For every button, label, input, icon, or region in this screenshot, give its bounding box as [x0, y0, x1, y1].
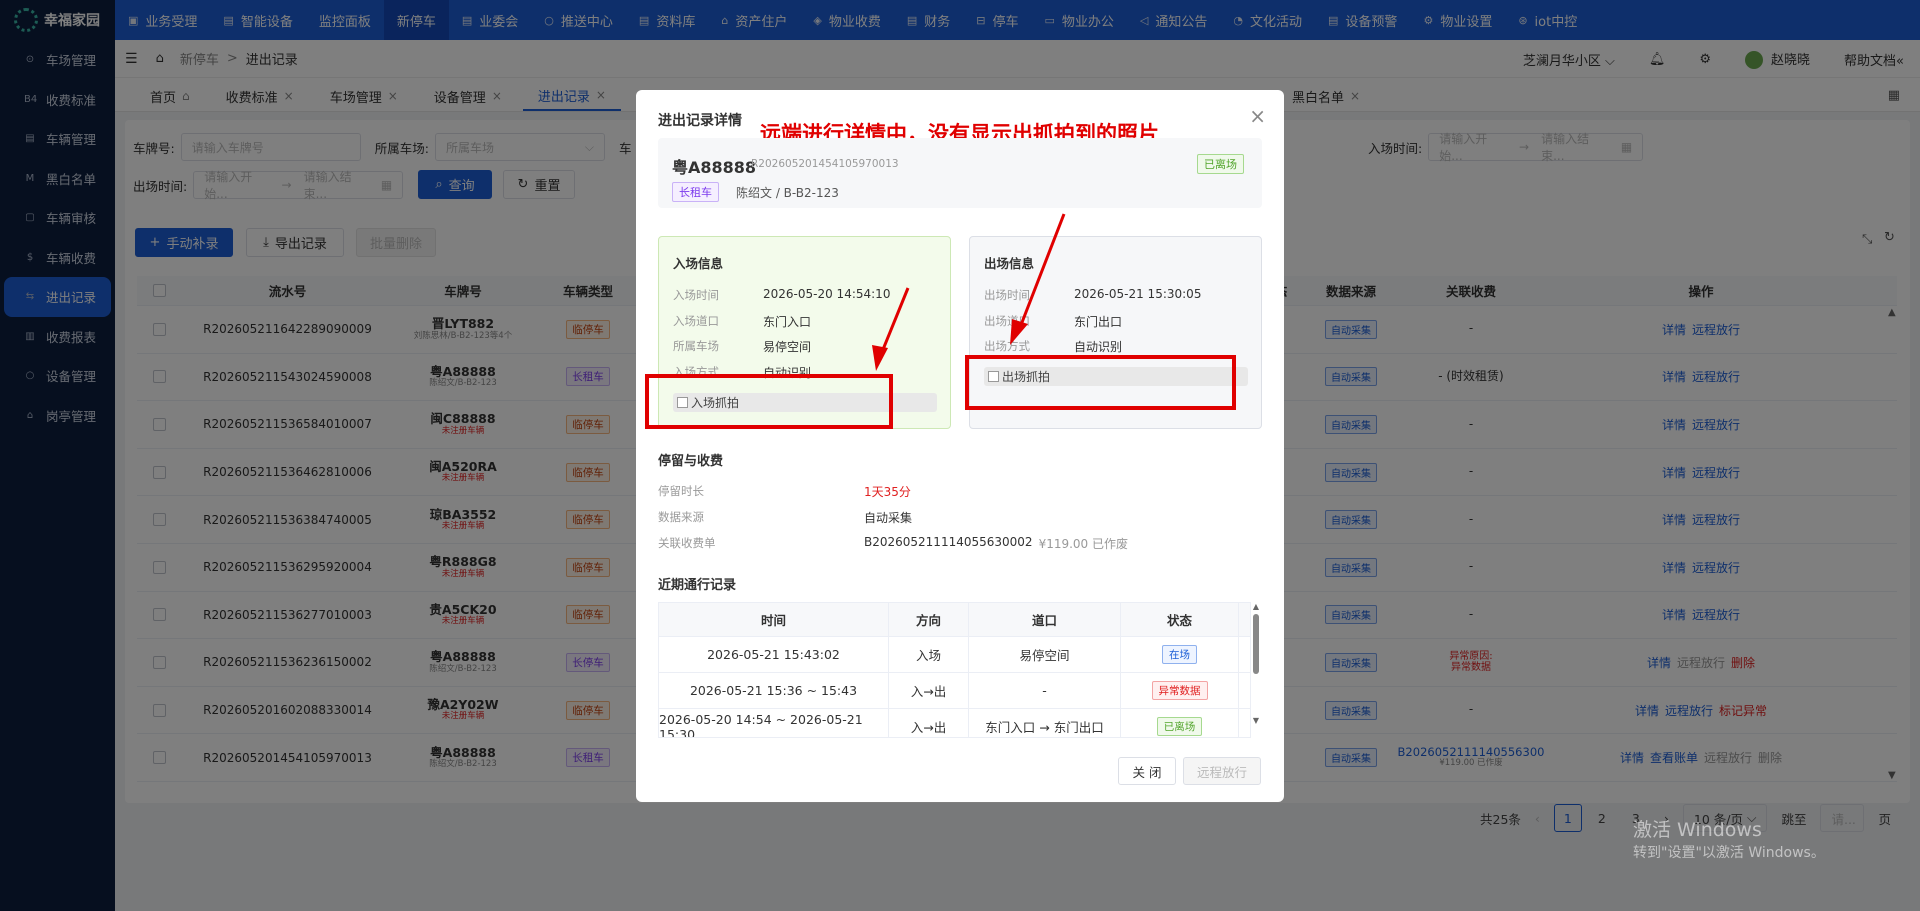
stay-row: 数据来源 自动采集 [658, 509, 912, 526]
info-key: 出场道口 [984, 313, 1030, 328]
history-dir: 入→出 [889, 709, 969, 737]
stay-value: 1天35分 [864, 485, 911, 499]
info-key: 出场方式 [984, 339, 1030, 353]
record-detail-modal: 进出记录详情 远端进行详情中，没有显示出抓拍到的照片 × 粤A88888 R20… [636, 90, 1284, 802]
history-dir: 入→出 [889, 673, 969, 708]
stay-key: 数据来源 [658, 510, 704, 524]
close-icon[interactable]: × [1249, 104, 1266, 128]
info-key: 出场时间 [984, 288, 1030, 302]
stay-key: 停留时长 [658, 484, 704, 498]
stay-value: 自动采集 [864, 511, 913, 525]
info-row: 入场道口 东门入口 [673, 313, 811, 330]
remote-release-button[interactable]: 远程放行 [1183, 757, 1261, 785]
history-th: 道口 [969, 603, 1121, 636]
history-status-badge: 异常数据 [1151, 681, 1208, 700]
history-table: 时间 方向 道口 状态 2026-05-21 15:43:02 入场 易停空间 在场 2026-… [658, 602, 1251, 738]
history-gate: 东门入口 → 东门出口 [969, 709, 1121, 737]
history-th: 时间 [659, 603, 889, 636]
history-status-cell: 已离场 [1121, 709, 1239, 737]
activation-watermark-sub: 转到"设置"以激活 Windows。 [1633, 845, 1825, 861]
activation-watermark: 激活 Windows [1633, 819, 1762, 841]
exit-info-title: 出场信息 [984, 256, 1035, 271]
info-row: 出场时间 2026-05-21 15:30:05 [984, 287, 1201, 303]
highlight-box [965, 355, 1236, 410]
info-key: 入场时间 [673, 288, 719, 302]
stay-row: 停留时长 1天35分 [658, 483, 911, 500]
info-key: 所属车场 [673, 339, 719, 353]
history-th: 方向 [889, 603, 969, 636]
history-scrollbar[interactable]: ▲ ▼ [1250, 602, 1262, 738]
info-key: 入场道口 [673, 313, 719, 328]
info-row: 所属车场 易停空间 [673, 338, 811, 355]
history-row: 2026-05-21 15:43:02 入场 易停空间 在场 [659, 637, 1250, 673]
info-value: 东门出口 [1074, 314, 1123, 329]
stay-key: 关联收费单 [658, 536, 716, 550]
vehicle-owner: 陈绍文 / B-B2-123 [736, 186, 839, 200]
history-th: 状态 [1121, 603, 1239, 636]
scroll-thumb[interactable] [1253, 614, 1259, 674]
info-value: 自动识别 [1074, 340, 1123, 354]
history-row: 2026-05-20 14:54 ~ 2026-05-21 15:30 入→出 东门… [659, 709, 1250, 737]
info-value: 东门入口 [763, 314, 812, 329]
info-value: 易停空间 [763, 340, 812, 354]
history-section-title: 近期通行记录 [658, 578, 737, 593]
vehicle-type-tag: 长租车 [672, 182, 719, 202]
close-button[interactable]: 关 闭 [1118, 757, 1176, 785]
scroll-up-icon[interactable]: ▲ [1250, 602, 1262, 611]
history-time: 2026-05-21 15:43:02 [659, 637, 889, 672]
history-time: 2026-05-21 15:36 ~ 15:43 [659, 673, 889, 708]
modal-title: 进出记录详情 [658, 113, 742, 129]
stay-row: 关联收费单 B202605211114055630002 ¥119.00 已作废 [658, 535, 1128, 552]
entry-info-title: 入场信息 [673, 256, 724, 271]
history-gate: 易停空间 [969, 637, 1121, 672]
stay-value: B202605211114055630002 [864, 535, 1033, 549]
vehicle-plate: 粤A88888 [672, 158, 757, 177]
info-row: 出场道口 东门出口 [984, 313, 1122, 330]
vehicle-summary: 粤A88888 R202605201454105970013 已离场 长租车 陈… [658, 138, 1262, 208]
history-status-badge: 已离场 [1156, 717, 1203, 736]
history-gate: - [969, 673, 1121, 708]
record-serial: R202605201454105970013 [751, 158, 899, 170]
scroll-down-icon[interactable]: ▼ [1250, 716, 1262, 725]
history-row: 2026-05-21 15:36 ~ 15:43 入→出 - 异常数据 [659, 673, 1250, 709]
history-status-badge: 在场 [1162, 645, 1197, 664]
history-status-cell: 在场 [1121, 637, 1239, 672]
history-time: 2026-05-20 14:54 ~ 2026-05-21 15:30 [659, 709, 889, 737]
info-value: 2026-05-20 14:54:10 [763, 287, 891, 301]
status-badge: 已离场 [1197, 154, 1244, 174]
history-dir: 入场 [889, 637, 969, 672]
history-status-cell: 异常数据 [1121, 673, 1239, 708]
history-header: 时间 方向 道口 状态 [659, 603, 1250, 637]
stay-section-title: 停留与收费 [658, 454, 724, 469]
info-value: 2026-05-21 15:30:05 [1074, 287, 1202, 301]
info-row: 入场时间 2026-05-20 14:54:10 [673, 287, 890, 303]
stay-extra: ¥119.00 已作废 [1038, 537, 1129, 551]
info-row: 出场方式 自动识别 [984, 338, 1122, 355]
highlight-box [645, 374, 893, 429]
